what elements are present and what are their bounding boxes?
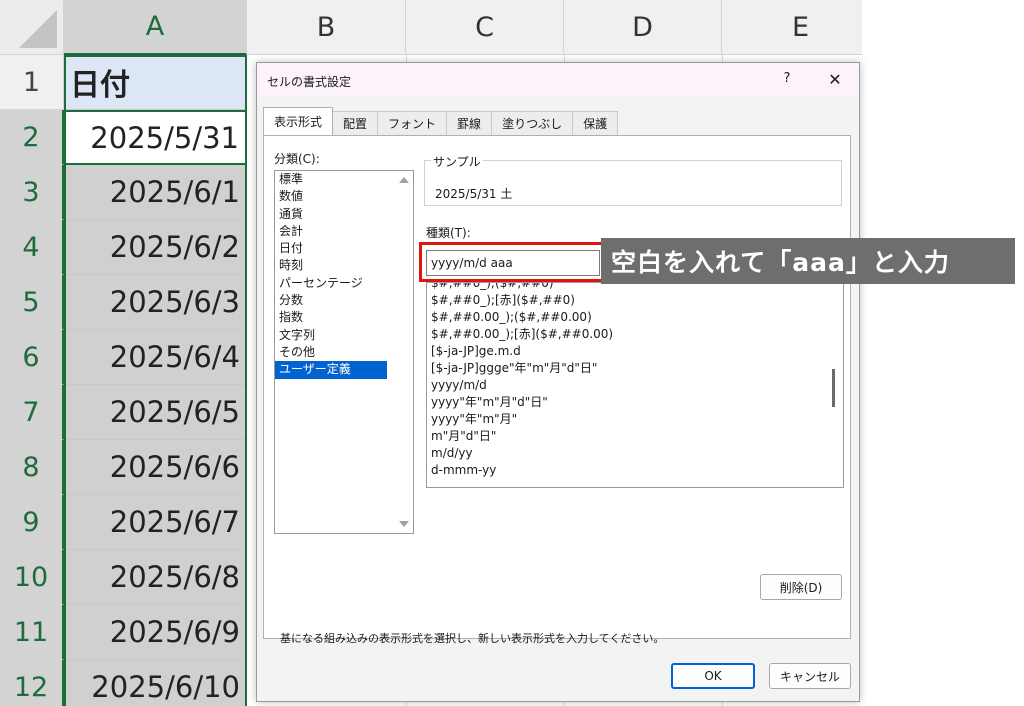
- sample-group: サンプル 2025/5/31 土: [424, 153, 842, 206]
- sample-value: 2025/5/31 土: [435, 187, 513, 201]
- tab-protection[interactable]: 保護: [572, 111, 619, 135]
- format-item[interactable]: m"月"d"日": [427, 428, 843, 445]
- tab-fill[interactable]: 塗りつぶし: [491, 111, 574, 135]
- ok-button[interactable]: OK: [671, 663, 755, 689]
- cell-a10[interactable]: 2025/6/8: [64, 550, 247, 605]
- tab-number[interactable]: 表示形式: [263, 107, 334, 135]
- category-item[interactable]: その他: [275, 344, 387, 361]
- category-item[interactable]: 標準: [275, 171, 387, 188]
- scroll-down-icon[interactable]: [399, 521, 409, 527]
- cell-a6[interactable]: 2025/6/4: [64, 330, 247, 385]
- dialog-titlebar[interactable]: セルの書式設定 ? ✕: [257, 63, 859, 97]
- dialog-title: セルの書式設定: [267, 75, 352, 89]
- type-input-highlight: [419, 242, 607, 282]
- column-header-b[interactable]: B: [247, 0, 406, 55]
- format-cells-dialog: セルの書式設定 ? ✕ 表示形式 配置 フォント 罫線 塗りつぶし 保護 分類(…: [256, 62, 860, 702]
- tab-bar: 表示形式 配置 フォント 罫線 塗りつぶし 保護: [263, 107, 619, 135]
- scroll-up-icon[interactable]: [399, 177, 409, 183]
- sample-label: サンプル: [431, 153, 483, 170]
- row-header-11[interactable]: 11: [0, 605, 64, 660]
- format-item[interactable]: $#,##0.00_);[赤]($#,##0.00): [427, 326, 843, 343]
- category-item[interactable]: パーセンテージ: [275, 275, 387, 292]
- category-item[interactable]: 日付: [275, 240, 387, 257]
- row-header-4[interactable]: 4: [0, 220, 64, 275]
- format-item[interactable]: $#,##0_);[赤]($#,##0): [427, 292, 843, 309]
- category-item-selected[interactable]: ユーザー定義: [275, 361, 387, 379]
- row-header-3[interactable]: 3: [0, 165, 64, 220]
- format-list[interactable]: $#,##0_);($#,##0) $#,##0_);[赤]($#,##0) $…: [426, 282, 844, 488]
- tab-alignment[interactable]: 配置: [332, 111, 379, 135]
- format-scrollbar-thumb[interactable]: [832, 369, 835, 407]
- row-header-10[interactable]: 10: [0, 550, 64, 605]
- cell-a8[interactable]: 2025/6/6: [64, 440, 247, 495]
- row-header-5[interactable]: 5: [0, 275, 64, 330]
- cell-a3[interactable]: 2025/6/1: [64, 165, 247, 220]
- row-header-7[interactable]: 7: [0, 385, 64, 440]
- cell-a4[interactable]: 2025/6/2: [64, 220, 247, 275]
- tab-font[interactable]: フォント: [377, 111, 448, 135]
- category-item[interactable]: 会計: [275, 223, 387, 240]
- cell-a1[interactable]: 日付: [64, 55, 247, 110]
- category-item[interactable]: 文字列: [275, 327, 387, 344]
- cell-a2[interactable]: 2025/5/31: [64, 110, 247, 165]
- format-item[interactable]: yyyy/m/d: [427, 377, 843, 394]
- tab-panel: 分類(C): 標準 数値 通貨 会計 日付 時刻 パーセンテージ 分数 指数 文…: [263, 135, 851, 645]
- row-header-2[interactable]: 2: [0, 110, 64, 165]
- format-item[interactable]: $#,##0.00_);($#,##0.00): [427, 309, 843, 326]
- cell-a11[interactable]: 2025/6/9: [64, 605, 247, 660]
- format-item[interactable]: m/d/yy: [427, 445, 843, 462]
- category-scrollbar[interactable]: [395, 171, 413, 533]
- format-item[interactable]: [$-ja-JP]ggge"年"m"月"d"日": [427, 360, 843, 377]
- cell-a5[interactable]: 2025/6/3: [64, 275, 247, 330]
- cell-a12[interactable]: 2025/6/10: [64, 660, 247, 706]
- description-text: 基になる組み込みの表示形式を選択し、新しい表示形式を入力してください。: [280, 632, 665, 645]
- format-item[interactable]: yyyy"年"m"月"d"日": [427, 394, 843, 411]
- category-list[interactable]: 標準 数値 通貨 会計 日付 時刻 パーセンテージ 分数 指数 文字列 その他 …: [274, 170, 414, 534]
- category-item[interactable]: 分数: [275, 292, 387, 309]
- help-button[interactable]: ?: [777, 71, 797, 89]
- format-item[interactable]: yyyy"年"m"月": [427, 411, 843, 428]
- row-header-12[interactable]: 12: [0, 660, 64, 706]
- select-all-triangle-icon: [19, 10, 57, 48]
- row-header-8[interactable]: 8: [0, 440, 64, 495]
- row-header-1[interactable]: 1: [0, 55, 64, 110]
- category-item[interactable]: 指数: [275, 309, 387, 326]
- column-header-a[interactable]: A: [64, 0, 247, 55]
- column-header-c[interactable]: C: [406, 0, 564, 55]
- column-header-e[interactable]: E: [722, 0, 862, 55]
- cell-a7[interactable]: 2025/6/5: [64, 385, 247, 440]
- row-header-9[interactable]: 9: [0, 495, 64, 550]
- column-header-d[interactable]: D: [564, 0, 722, 55]
- category-item[interactable]: 時刻: [275, 257, 387, 274]
- cell-a9[interactable]: 2025/6/7: [64, 495, 247, 550]
- format-item[interactable]: d-mmm-yy: [427, 462, 843, 479]
- format-item[interactable]: [$-ja-JP]ge.m.d: [427, 343, 843, 360]
- tab-border[interactable]: 罫線: [446, 111, 493, 135]
- instruction-callout: 空白を入れて「aaa」と入力: [601, 238, 1015, 284]
- delete-button[interactable]: 削除(D): [760, 574, 842, 600]
- row-header-6[interactable]: 6: [0, 330, 64, 385]
- category-item[interactable]: 通貨: [275, 206, 387, 223]
- close-icon[interactable]: ✕: [825, 70, 845, 90]
- select-all-corner[interactable]: [0, 0, 64, 55]
- type-label: 種類(T):: [426, 226, 471, 240]
- category-item[interactable]: 数値: [275, 188, 387, 205]
- cancel-button[interactable]: キャンセル: [769, 663, 851, 689]
- category-label: 分類(C):: [274, 152, 320, 166]
